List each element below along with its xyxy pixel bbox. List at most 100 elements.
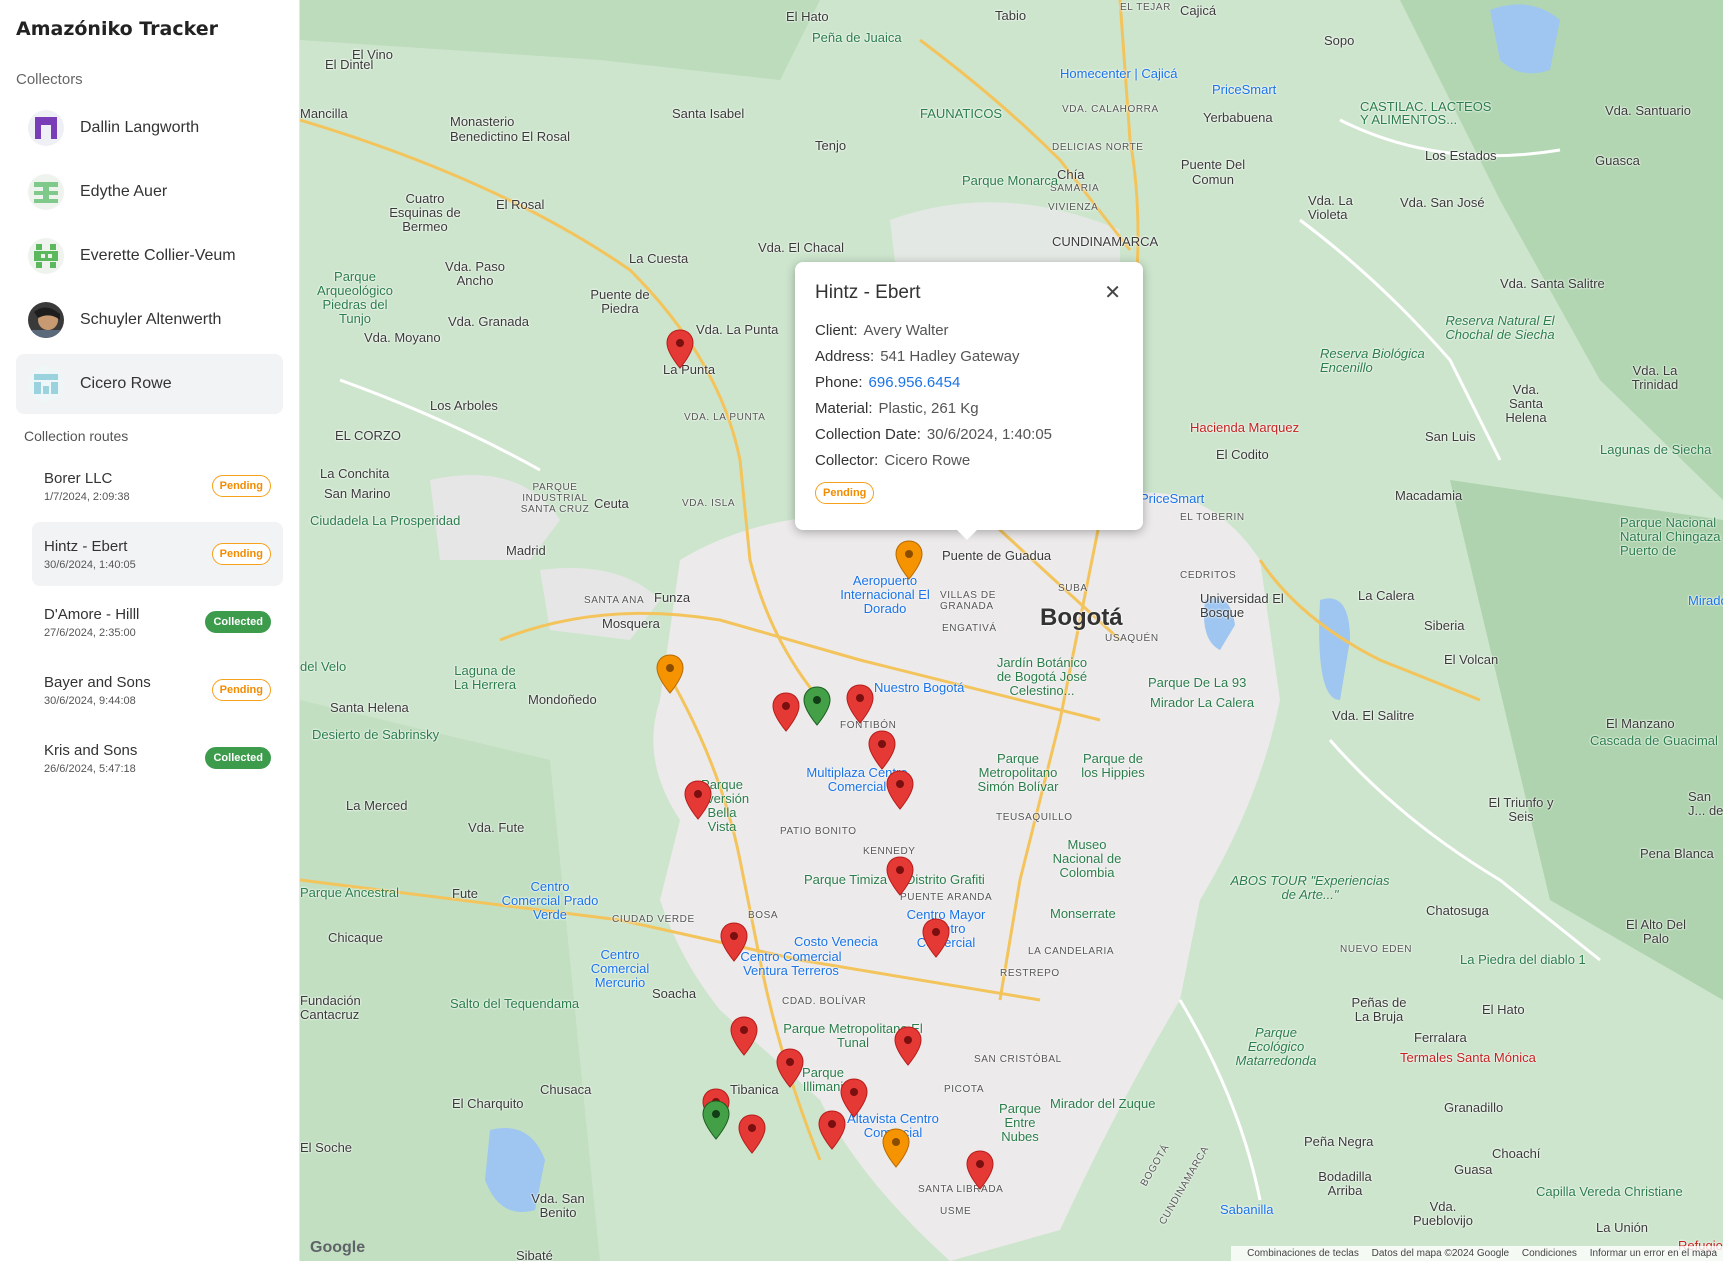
map-marker-collected-icon[interactable] [702, 1100, 730, 1140]
map-label: Distrito Grafiti [906, 872, 985, 887]
collector-item[interactable]: Edythe Auer [16, 162, 283, 222]
collector-item[interactable]: Cicero Rowe [16, 354, 283, 414]
route-date: 30/6/2024, 1:40:05 [44, 558, 136, 571]
google-logo[interactable]: Google [310, 1239, 365, 1257]
popup-collector: Cicero Rowe [884, 452, 971, 469]
map-marker-icon[interactable] [846, 684, 874, 724]
map-label: Mondoñedo [528, 692, 597, 707]
avatar [28, 238, 64, 274]
map-label: SUBA [1058, 583, 1088, 594]
map-label: El Codito [1216, 447, 1269, 462]
map-label: El Rosal [496, 197, 545, 212]
keyboard-shortcuts-link[interactable]: Combinaciones de teclas [1247, 1248, 1359, 1259]
map-marker-collected-icon[interactable] [803, 686, 831, 726]
map-label: Monasterio Benedictino El Rosal [450, 114, 570, 144]
route-item[interactable]: D'Amore - Hilll 27/6/2024, 2:35:00 Colle… [32, 590, 283, 654]
map-label: DELICIAS NORTE [1052, 142, 1144, 153]
map-marker-icon[interactable] [720, 922, 748, 962]
map-label: PATIO BONITO [780, 826, 857, 837]
map-marker-icon[interactable] [868, 730, 896, 770]
map-label: La Cuesta [629, 251, 689, 266]
route-item[interactable]: Kris and Sons 26/6/2024, 5:47:18 Collect… [32, 726, 283, 790]
map-label: VIVIENZA [1048, 202, 1099, 213]
status-badge: Collected [205, 611, 271, 633]
map-marker-icon[interactable] [922, 918, 950, 958]
map-marker-icon[interactable] [684, 780, 712, 820]
collector-item[interactable]: Schuyler Altenwerth [16, 290, 283, 350]
map-label: Chicaque [328, 930, 383, 945]
map-label: Bodadilla Arriba [1318, 1169, 1372, 1198]
collector-list: Dallin Langworth Edythe Auer Everette Co… [16, 98, 283, 414]
map-label: Fundación Cantacruz [300, 993, 361, 1022]
map-label: BOSA [748, 910, 779, 921]
map-label: SANTA ANA [584, 595, 645, 606]
map-label: Hacienda Marquez [1190, 420, 1300, 435]
avatar [28, 366, 64, 402]
collector-item[interactable]: Everette Collier-Veum [16, 226, 283, 286]
map-label: Salto del Tequendama [450, 996, 580, 1011]
map-marker-icon[interactable] [886, 856, 914, 896]
map-label: Mosquera [602, 616, 660, 631]
map-marker-icon[interactable] [818, 1110, 846, 1150]
map-label: Ferralara [1414, 1030, 1467, 1045]
map-label: Cascada de Guacimal [1590, 733, 1718, 748]
phone-link[interactable]: 696.956.6454 [869, 374, 961, 391]
terms-link[interactable]: Condiciones [1522, 1248, 1577, 1259]
map-marker-selected-icon[interactable] [895, 540, 923, 580]
map-label: Jardín Botánico de Bogotá José Celestino… [996, 655, 1088, 698]
map-marker-icon[interactable] [882, 1128, 910, 1168]
route-item[interactable]: Hintz - Ebert 30/6/2024, 1:40:05 Pending [32, 522, 283, 586]
route-date: 1/7/2024, 2:09:38 [44, 490, 130, 503]
map-data-attribution: Datos del mapa ©2024 Google [1371, 1248, 1510, 1259]
map-label: SAN CRISTÓBAL [974, 1054, 1062, 1065]
map-marker-icon[interactable] [772, 692, 800, 732]
map-label: Tibanica [730, 1082, 779, 1097]
collector-name: Edythe Auer [80, 183, 168, 200]
report-error-link[interactable]: Informar un error en el mapa [1590, 1248, 1717, 1259]
popup-date-row: Collection Date: 30/6/2024, 1:40:05 [815, 426, 1123, 443]
status-badge: Pending [211, 475, 271, 497]
map-label: Fute [452, 886, 479, 901]
popup-address: 541 Hadley Gateway [880, 348, 1020, 365]
map-marker-icon[interactable] [776, 1048, 804, 1088]
map-label: ENGATIVÁ [942, 623, 997, 634]
close-icon[interactable]: ✕ [1104, 280, 1121, 305]
map-marker-pending-icon[interactable] [666, 329, 694, 369]
map-marker-icon[interactable] [738, 1114, 766, 1154]
status-badge: Pending [211, 679, 271, 701]
collector-item[interactable]: Dallin Langworth [16, 98, 283, 158]
route-item[interactable]: Borer LLC 1/7/2024, 2:09:38 Pending [32, 454, 283, 518]
map-label: USAQUÉN [1105, 633, 1159, 644]
map-label: CEDRITOS [1180, 570, 1237, 581]
map-label: San Marino [324, 486, 391, 501]
map-marker-icon[interactable] [966, 1150, 994, 1190]
map-marker-icon[interactable] [730, 1016, 758, 1056]
map-label: Vda. Moyano [364, 330, 441, 345]
map[interactable]: El Hato Tabio EL TEJAR Cajicá Peña de Ju… [300, 0, 1723, 1261]
map-label: Guasa [1454, 1162, 1493, 1177]
map-label: El Hato [786, 9, 829, 24]
map-label: Soacha [652, 986, 697, 1001]
map-label: Parque Metropolitano Simón Bolívar [977, 751, 1059, 794]
route-date: 30/6/2024, 9:44:08 [44, 694, 136, 707]
map-label: Siberia [1424, 618, 1465, 633]
map-label: EL TOBERIN [1180, 512, 1245, 523]
map-label: CASTILAC. LACTEOS Y ALIMENTOS... [1360, 99, 1492, 127]
map-marker-icon[interactable] [894, 1026, 922, 1066]
map-label: Ceuta [594, 496, 629, 511]
map-label: del Velo [300, 659, 347, 674]
map-label: Parque Nacional Natural Chingaza - Puert… [1620, 515, 1723, 558]
route-item[interactable]: Bayer and Sons 30/6/2024, 9:44:08 Pendin… [32, 658, 283, 722]
map-label: Vda. Santa Helena [1505, 382, 1547, 425]
map-marker-icon[interactable] [656, 654, 684, 694]
map-label: Reserva Natural El Chochal de Siecha [1445, 313, 1555, 342]
map-label: Vda. Paso Ancho [445, 259, 505, 288]
map-label: Centro Comercial Prado Verde [501, 879, 599, 922]
map-label: PriceSmart [1212, 82, 1277, 97]
map-label: Mirador La Calera [1150, 695, 1255, 710]
map-base [300, 0, 1723, 1261]
map-label: Yerbabuena [1203, 110, 1273, 125]
map-label: Madrid [506, 543, 546, 558]
map-marker-icon[interactable] [886, 770, 914, 810]
map-label: Funza [654, 590, 691, 605]
